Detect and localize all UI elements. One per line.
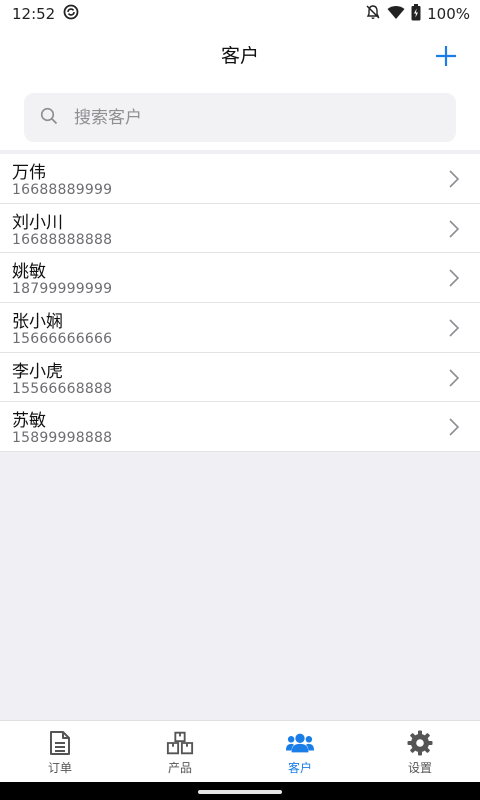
customer-name: 李小虎 <box>12 361 63 382</box>
tab-products[interactable]: 产品 <box>120 721 240 782</box>
customer-row[interactable]: 刘小川 16688888888 <box>0 204 480 254</box>
status-left: 12:52 <box>12 4 79 24</box>
sync-icon <box>63 4 79 24</box>
search-bar <box>0 84 480 150</box>
customer-row[interactable]: 苏敏 15899998888 <box>0 402 480 453</box>
chevron-right-icon <box>449 170 460 188</box>
plus-icon <box>436 46 456 66</box>
tab-bar: 订单 产品 客户 设置 <box>0 720 480 782</box>
chevron-right-icon <box>449 369 460 387</box>
tab-label: 设置 <box>407 761 432 775</box>
bell-off-icon <box>365 4 381 24</box>
document-icon <box>46 730 74 756</box>
customer-row[interactable]: 姚敏 18799999999 <box>0 253 480 304</box>
page-title: 客户 <box>220 45 259 67</box>
customer-name: 姚敏 <box>12 262 46 283</box>
header: 客户 <box>0 28 480 84</box>
tab-label: 订单 <box>47 761 72 775</box>
add-customer-button[interactable] <box>432 42 460 70</box>
chevron-right-icon <box>449 319 460 337</box>
tab-orders[interactable]: 订单 <box>0 721 120 782</box>
customer-phone: 15899998888 <box>12 430 113 447</box>
chevron-right-icon <box>449 220 460 238</box>
boxes-icon <box>166 730 194 756</box>
home-indicator[interactable] <box>198 790 282 794</box>
tab-label: 客户 <box>287 761 312 775</box>
battery-icon <box>411 3 421 25</box>
customer-name: 苏敏 <box>12 411 46 432</box>
customer-row[interactable]: 李小虎 15566668888 <box>0 353 480 403</box>
gear-icon <box>406 730 434 756</box>
wifi-icon <box>387 4 405 24</box>
customer-phone: 18799999999 <box>12 281 113 298</box>
tab-customers[interactable]: 客户 <box>240 721 360 782</box>
chevron-right-icon <box>449 269 460 287</box>
customer-phone: 16688888888 <box>12 231 113 248</box>
customer-phone: 16688889999 <box>12 182 113 198</box>
search-box[interactable] <box>24 93 456 142</box>
customer-name: 张小娴 <box>12 312 63 333</box>
screen: 12:52 100% 客户 搜索客户 万伟 16688889999 刘小川 16… <box>0 0 480 800</box>
tab-settings[interactable]: 设置 <box>360 721 480 782</box>
customer-name: 万伟 <box>12 163 46 183</box>
customer-list: 万伟 16688889999 刘小川 16688888888 姚敏 187999… <box>0 154 480 453</box>
status-time: 12:52 <box>12 5 56 23</box>
customer-name: 刘小川 <box>12 212 63 233</box>
battery-percent: 100% <box>427 5 470 23</box>
system-nav-bar <box>0 782 480 800</box>
users-icon <box>286 730 314 756</box>
status-right: 100% <box>365 3 470 25</box>
search-icon <box>40 107 58 129</box>
tab-label: 产品 <box>167 761 192 775</box>
customer-row[interactable]: 张小娴 15666666666 <box>0 303 480 353</box>
status-bar: 12:52 100% <box>0 0 480 28</box>
customer-phone: 15566668888 <box>12 380 113 397</box>
chevron-right-icon <box>449 418 460 437</box>
customer-row[interactable]: 万伟 16688889999 <box>0 154 480 204</box>
search-input[interactable] <box>74 107 434 128</box>
customer-phone: 15666666666 <box>12 331 113 348</box>
